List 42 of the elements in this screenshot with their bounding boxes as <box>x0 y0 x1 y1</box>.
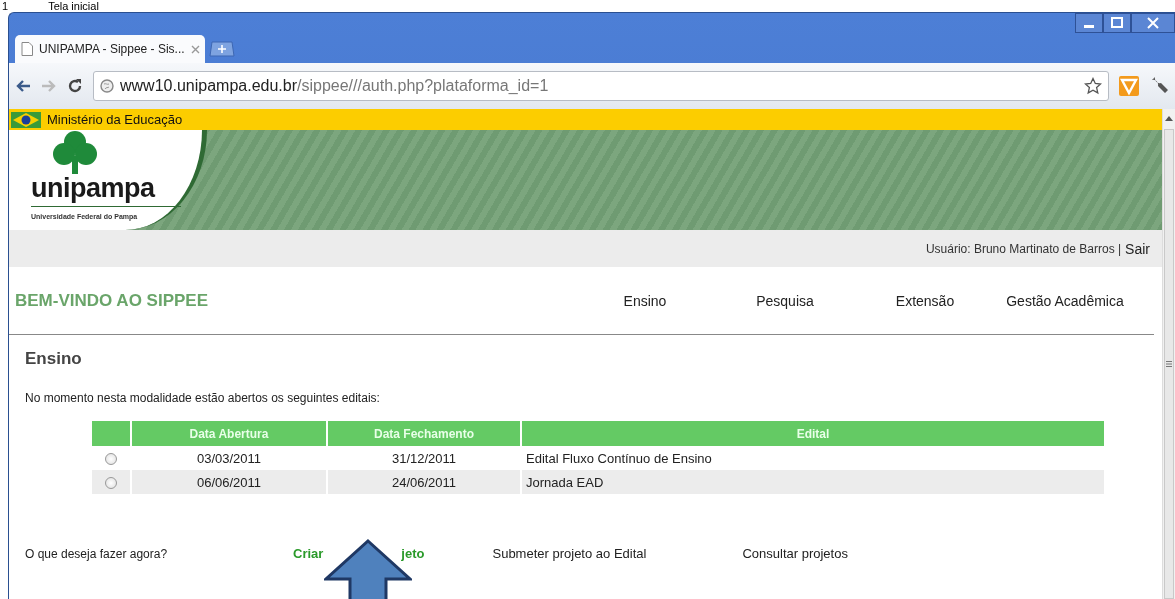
section-heading: Ensino <box>25 349 83 369</box>
action-link[interactable]: Consultar projetos <box>742 546 848 561</box>
radio-button[interactable] <box>105 453 117 466</box>
star-icon <box>1084 77 1102 95</box>
globe-icon <box>100 79 114 93</box>
radio-button[interactable] <box>105 477 117 490</box>
column-header: Data Fechamento <box>326 421 520 446</box>
grip-icon <box>1166 361 1172 367</box>
column-header: Edital <box>520 421 1104 446</box>
tree-icon <box>53 130 97 174</box>
scroll-up-icon <box>1165 115 1173 121</box>
intro-text: No momento nesta modalidade estão abertos os seguintes editais: <box>25 391 381 405</box>
logo-name: unipampa <box>31 174 155 202</box>
action-link[interactable]: Submeter projeto ao Edital <box>492 546 647 561</box>
table-cell: 06/06/2011 <box>130 470 326 494</box>
nav-link[interactable]: Ensino <box>580 292 710 309</box>
nav-link[interactable]: Extensão <box>860 292 990 309</box>
column-header: Data Abertura <box>130 421 326 446</box>
table-cell: Jornada EAD <box>520 470 1104 494</box>
page-icon <box>21 42 33 56</box>
government-label: Ministério da Educação <box>47 112 183 127</box>
extension-icon <box>1119 76 1139 96</box>
site-title: BEM-VINDO AO SIPPEE <box>15 290 209 311</box>
user-label: Usuário: Bruno Martinato de Barros | <box>925 241 1122 256</box>
nav-link[interactable]: Pesquisa <box>720 292 850 309</box>
action-link[interactable]: Criar jeto <box>293 546 425 561</box>
logout-link[interactable]: Sair <box>1125 240 1150 257</box>
forward-arrow-icon <box>41 79 57 93</box>
prompt-text: O que deseja fazer agora? <box>25 546 169 561</box>
back-arrow-icon <box>15 79 31 93</box>
close-icon <box>190 44 200 54</box>
reload-icon <box>67 78 83 94</box>
nav-link[interactable]: Gestão Acadêmica <box>990 292 1140 309</box>
new-tab-icon <box>209 41 235 57</box>
scrollbar-thumb[interactable] <box>1164 129 1174 599</box>
caption-title: Tela inicial <box>48 0 99 12</box>
table-cell: 24/06/2011 <box>326 470 520 494</box>
address-bar[interactable]: www10.unipampa.edu.br/sippee///auth.php?plataforma_id=1 <box>93 71 1109 101</box>
caption-number: 1 <box>2 0 9 12</box>
scrollbar[interactable] <box>1162 109 1175 599</box>
header-cell <box>92 421 130 446</box>
browser-tab[interactable]: UNIPAMPA - Sippee - Sis... <box>15 35 205 63</box>
